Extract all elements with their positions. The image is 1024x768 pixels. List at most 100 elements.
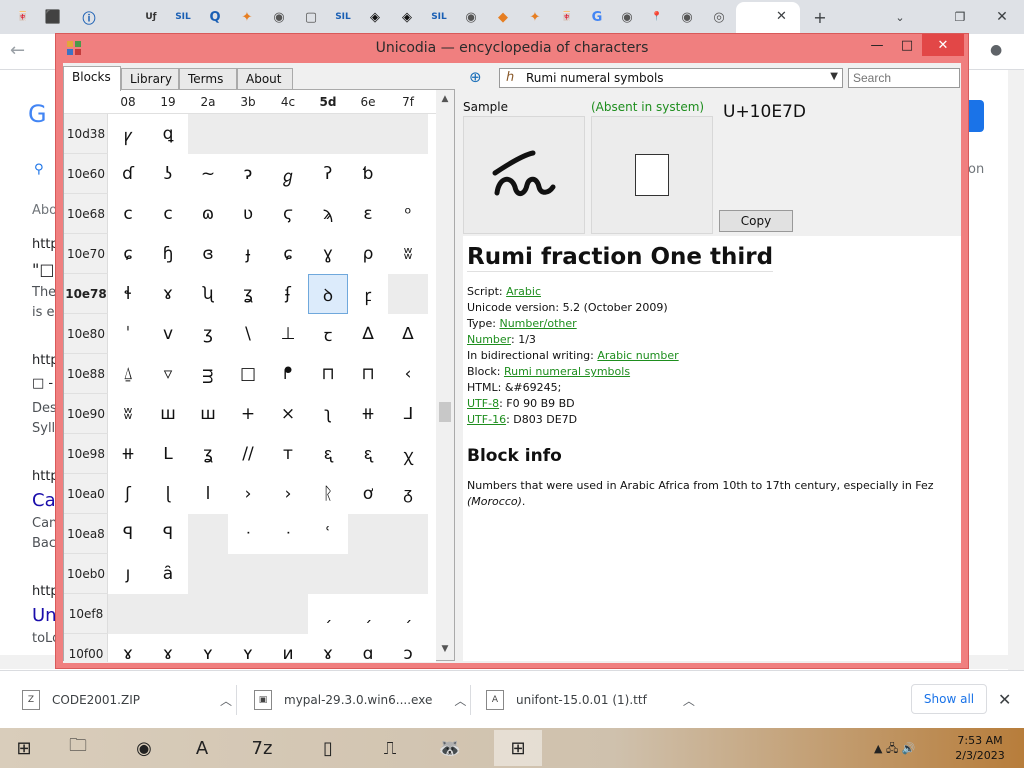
char-cell[interactable]: ɤ	[108, 634, 148, 662]
char-cell[interactable]: ꭓ	[388, 434, 428, 474]
char-cell[interactable]: ʓ	[228, 274, 268, 314]
bg-search-button[interactable]	[968, 100, 984, 132]
tab-favicon-icon[interactable]: ◉	[676, 6, 698, 28]
char-cell[interactable]: ɔ	[388, 634, 428, 662]
char-cell[interactable]: ᶓ	[308, 434, 348, 474]
clock[interactable]: 7:53 AM 2/3/2023	[950, 733, 1010, 763]
absent-in-system-link[interactable]: (Absent in system)	[591, 100, 704, 114]
char-cell[interactable]: ›	[268, 474, 308, 514]
chevron-up-icon[interactable]: ︿	[454, 692, 466, 709]
char-cell[interactable]: ɛ	[348, 194, 388, 234]
block-link[interactable]: Rumi numeral symbols	[504, 365, 630, 378]
char-cell[interactable]: ʬ	[108, 394, 148, 434]
download-item[interactable]: Z CODE2001.ZIP ︿	[22, 683, 232, 717]
close-button[interactable]: ✕	[922, 34, 964, 56]
active-browser-tab[interactable]: ✕	[736, 2, 800, 34]
char-cell[interactable]: ᒧ	[388, 394, 428, 434]
char-cell[interactable]: ᖰ	[268, 354, 308, 394]
tab-favicon-icon[interactable]: ◉	[268, 6, 290, 28]
char-cell[interactable]: c	[148, 194, 188, 234]
tab-favicon-icon[interactable]: 📍	[646, 6, 668, 28]
utf16-link[interactable]: UTF-16	[467, 413, 506, 426]
char-cell[interactable]: //	[228, 434, 268, 474]
char-cell[interactable]: ɕ	[108, 234, 148, 274]
char-cell[interactable]: ʏ	[188, 634, 228, 662]
tab-favicon-icon[interactable]: ⬛	[42, 6, 64, 28]
char-cell[interactable]: ×	[268, 394, 308, 434]
tab-favicon-icon[interactable]: Q	[204, 6, 226, 28]
char-cell[interactable]: ϛ	[268, 194, 308, 234]
chevron-up-icon[interactable]: ︿	[683, 692, 695, 709]
title-bar[interactable]: Unicodia — encyclopedia of characters — …	[56, 34, 968, 62]
tab-close-icon[interactable]: ✕	[776, 9, 787, 24]
char-cell[interactable]: ɂ	[228, 154, 268, 194]
char-cell[interactable]: ‹	[388, 354, 428, 394]
char-cell[interactable]: ∆	[348, 314, 388, 354]
tab-favicon-icon[interactable]: 🀄	[12, 6, 34, 28]
char-cell[interactable]: ꟺ	[188, 394, 228, 434]
download-item[interactable]: A unifont-15.0.01 (1).ttf ︿	[486, 683, 695, 717]
tab-favicon-icon[interactable]: ▢	[300, 6, 322, 28]
char-cell[interactable]: ɕ	[268, 234, 308, 274]
char-cell[interactable]: ш	[148, 394, 188, 434]
maximize-button[interactable]: □	[892, 34, 922, 56]
download-item[interactable]: ▣ mypal-29.3.0.win6....exe ︿	[254, 683, 466, 717]
tab-favicon-icon[interactable]: SIL	[172, 6, 194, 28]
back-arrow-icon[interactable]: ←	[10, 40, 25, 61]
search-input[interactable]	[848, 68, 960, 88]
tab-favicon-icon[interactable]: ✦	[236, 6, 258, 28]
tab-favicon-icon[interactable]: ◈	[364, 6, 386, 28]
char-cell[interactable]: +	[228, 394, 268, 434]
char-cell[interactable]: ɟ	[228, 234, 268, 274]
minimize-button[interactable]: —	[862, 34, 892, 56]
char-cell[interactable]: ˏ	[308, 594, 348, 634]
char-cell[interactable]: ʅ	[308, 394, 348, 434]
close-download-bar-icon[interactable]: ✕	[998, 690, 1011, 709]
tab-search-chevron-icon[interactable]: ⌄	[888, 5, 912, 29]
char-cell[interactable]: ɭ	[148, 474, 188, 514]
tab-favicon-icon[interactable]: ◉	[460, 6, 482, 28]
char-cell[interactable]: ›	[228, 474, 268, 514]
taskbar-app-icon[interactable]: ⊞	[0, 730, 48, 766]
char-cell[interactable]: ℊ	[268, 154, 308, 194]
char-cell[interactable]: ᵹ	[388, 474, 428, 514]
tab-favicon-icon[interactable]: ◎	[708, 6, 730, 28]
tab-favicon-icon[interactable]: G	[586, 6, 608, 28]
show-all-button[interactable]: Show all	[911, 684, 987, 714]
char-cell[interactable]: ⧺	[348, 394, 388, 434]
char-cell[interactable]: ʬ	[388, 234, 428, 274]
globe-icon[interactable]: ⊕	[469, 68, 491, 88]
taskbar-app-icon[interactable]: 🦝	[426, 730, 474, 766]
char-cell[interactable]: ɤ	[148, 634, 188, 662]
char-cell[interactable]: ˏ	[388, 594, 428, 634]
taskbar-app-icon[interactable]: A	[178, 730, 226, 766]
char-cell[interactable]: ᐃ	[388, 314, 428, 354]
char-cell[interactable]: ⍙	[108, 354, 148, 394]
char-cell[interactable]: ɤ	[308, 634, 348, 662]
tab-favicon-icon[interactable]: 🀄	[556, 6, 578, 28]
char-cell[interactable]: ᵒ	[388, 194, 428, 234]
char-cell[interactable]: ơ	[348, 474, 388, 514]
bidi-link[interactable]: Arabic number	[597, 349, 678, 362]
bg-link[interactable]: Ca	[32, 490, 56, 511]
char-cell[interactable]: ꟼ	[148, 514, 188, 554]
char-cell[interactable]: ʿ	[308, 514, 348, 554]
taskbar-app-icon[interactable]: ▯	[304, 730, 352, 766]
char-cell[interactable]: ɧ	[148, 234, 188, 274]
char-cell[interactable]: ⊓	[348, 354, 388, 394]
tab-favicon-icon[interactable]: ◈	[396, 6, 418, 28]
grid-scroll-thumb[interactable]	[439, 402, 451, 422]
type-link[interactable]: Number/other	[499, 317, 576, 330]
tab-favicon-icon[interactable]: SIL	[428, 6, 450, 28]
char-cell[interactable]: ɤ	[148, 274, 188, 314]
system-tray-icons[interactable]: ▲ 🖧 🔊	[874, 740, 915, 759]
copy-button[interactable]: Copy	[719, 210, 793, 232]
char-cell[interactable]: ʓ	[188, 434, 228, 474]
char-cell[interactable]: ɑ	[348, 634, 388, 662]
utf8-link[interactable]: UTF-8	[467, 397, 499, 410]
char-cell[interactable]: v	[148, 314, 188, 354]
char-cell[interactable]: ᴛ	[268, 434, 308, 474]
scroll-up-arrow-icon[interactable]: ▲	[439, 94, 451, 106]
taskbar-app-icon[interactable]: 🗀	[54, 730, 102, 766]
char-cell[interactable]: ⅼ	[188, 474, 228, 514]
